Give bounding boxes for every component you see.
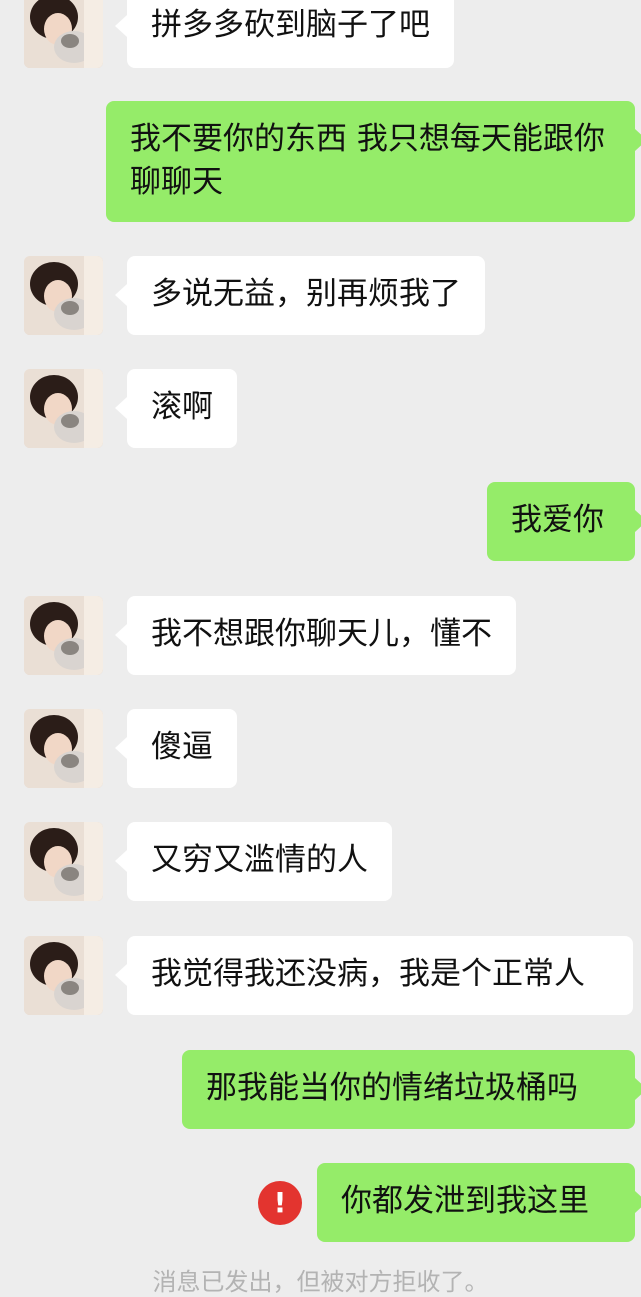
message-bubble[interactable]: 滚啊 — [115, 369, 237, 448]
contact-avatar[interactable] — [24, 822, 103, 901]
message-bubble[interactable]: 又穷又滥情的人 — [115, 822, 392, 901]
message-bubble[interactable]: 多说无益，别再烦我了 — [115, 256, 485, 335]
contact-avatar[interactable] — [24, 0, 103, 68]
contact-avatar-image — [24, 596, 103, 675]
message-bubble[interactable]: 我不要你的东西 我只想每天能跟你聊聊天 — [106, 101, 641, 222]
chat-window[interactable]: 拼多多砍到脑子了吧 我不要你的东西 我只想每天能跟你聊聊天 多说无益，别再烦我了… — [0, 0, 641, 1296]
contact-avatar[interactable] — [24, 936, 103, 1015]
message-bubble[interactable]: 我觉得我还没病，我是个正常人 — [115, 936, 633, 1015]
message-bubble[interactable]: 那我能当你的情绪垃圾桶吗 — [182, 1050, 641, 1129]
contact-avatar[interactable] — [24, 709, 103, 788]
contact-avatar[interactable] — [24, 369, 103, 448]
contact-avatar-image — [24, 936, 103, 1015]
send-failed-icon[interactable]: ! — [258, 1181, 302, 1225]
contact-avatar[interactable] — [24, 596, 103, 675]
contact-avatar[interactable] — [24, 256, 103, 335]
contact-avatar-image — [24, 369, 103, 448]
contact-avatar-image — [24, 256, 103, 335]
message-bubble[interactable]: 拼多多砍到脑子了吧 — [115, 0, 454, 68]
message-bubble[interactable]: 你都发泄到我这里 — [317, 1163, 641, 1242]
message-bubble[interactable]: 傻逼 — [115, 709, 237, 788]
contact-avatar-image — [24, 709, 103, 788]
message-bubble[interactable]: 我爱你 — [487, 482, 641, 561]
message-bubble[interactable]: 我不想跟你聊天儿，懂不 — [115, 596, 516, 675]
contact-avatar-image — [24, 0, 103, 68]
contact-avatar-image — [24, 822, 103, 901]
